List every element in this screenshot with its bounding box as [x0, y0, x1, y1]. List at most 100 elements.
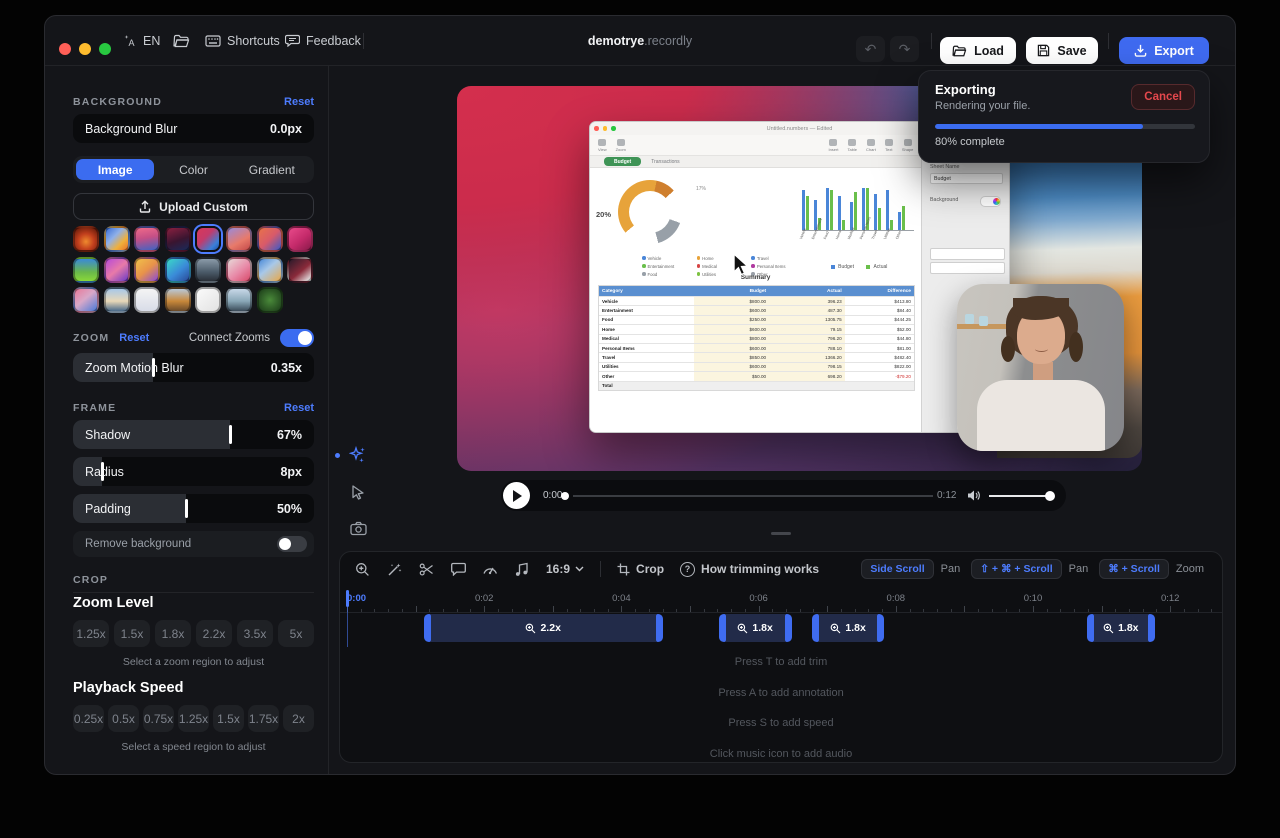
trimming-help-button[interactable]: ? How trimming works	[680, 562, 819, 577]
connect-zooms-toggle[interactable]	[280, 329, 314, 347]
slider-handle[interactable]	[229, 425, 232, 444]
background-tab-image[interactable]: Image	[76, 159, 154, 180]
speed-1.75x[interactable]: 1.75x	[248, 705, 279, 732]
speed-1.25x[interactable]: 1.25x	[178, 705, 209, 732]
zoom-region-clip[interactable]: 1.8x	[1087, 614, 1156, 642]
zoom-reset-link[interactable]: Reset	[119, 332, 149, 344]
camera-tool-button[interactable]	[347, 517, 369, 539]
zoom-level-2.2x[interactable]: 2.2x	[196, 620, 232, 647]
speed-0.25x[interactable]: 0.25x	[73, 705, 104, 732]
background-tab-gradient[interactable]: Gradient	[233, 159, 311, 180]
speed-0.5x[interactable]: 0.5x	[108, 705, 139, 732]
slider-handle[interactable]	[185, 499, 188, 518]
scrubber-track[interactable]	[573, 495, 933, 497]
export-button[interactable]: Export	[1119, 37, 1209, 64]
wallpaper-thumbnail-5[interactable]	[195, 226, 221, 252]
clip-right-handle[interactable]	[785, 614, 792, 642]
wallpaper-thumbnail-16[interactable]	[287, 257, 313, 283]
clip-right-handle[interactable]	[656, 614, 663, 642]
clip-right-handle[interactable]	[1148, 614, 1155, 642]
wallpaper-thumbnail-14[interactable]	[226, 257, 252, 283]
wallpaper-thumbnail-17[interactable]	[73, 287, 99, 313]
aspect-ratio-dropdown[interactable]: 16:9	[546, 562, 584, 576]
shadow-slider[interactable]: Shadow67%	[73, 420, 314, 449]
wallpaper-thumbnail-10[interactable]	[104, 257, 130, 283]
wallpaper-thumbnail-15[interactable]	[257, 257, 283, 283]
effects-tool-button[interactable]	[347, 444, 369, 466]
wallpaper-thumbnail-1[interactable]	[73, 226, 99, 252]
language-button[interactable]: A EN	[123, 16, 160, 65]
zoom-level-1.25x[interactable]: 1.25x	[73, 620, 109, 647]
radius-slider[interactable]: Radius8px	[73, 457, 314, 486]
wallpaper-thumbnail-8[interactable]	[287, 226, 313, 252]
timeline-ruler[interactable]: 0:000:020:040:060:080:100:12	[340, 590, 1222, 613]
speed-2x[interactable]: 2x	[283, 705, 314, 732]
cancel-export-button[interactable]: Cancel	[1131, 84, 1195, 110]
volume-handle[interactable]	[1045, 491, 1055, 501]
undo-button[interactable]: ↶	[856, 36, 885, 62]
wallpaper-thumbnail-20[interactable]	[165, 287, 191, 313]
clip-left-handle[interactable]	[812, 614, 819, 642]
playhead[interactable]	[346, 590, 349, 607]
annotation-button[interactable]	[450, 561, 466, 577]
timeline-resize-handle[interactable]	[771, 532, 791, 535]
clip-left-handle[interactable]	[1087, 614, 1094, 642]
background-reset-link[interactable]: Reset	[284, 96, 314, 108]
play-button[interactable]	[503, 482, 530, 509]
zoom-level-5x[interactable]: 5x	[278, 620, 314, 647]
volume-track[interactable]	[989, 495, 1051, 497]
audio-button[interactable]	[514, 561, 530, 577]
shortcuts-button[interactable]: Shortcuts	[205, 16, 280, 65]
frame-reset-link[interactable]: Reset	[284, 402, 314, 414]
wallpaper-thumbnail-19[interactable]	[134, 287, 160, 313]
cursor-tool-button[interactable]	[347, 481, 369, 503]
wallpaper-thumbnail-3[interactable]	[134, 226, 160, 252]
zoom-region-clip[interactable]: 1.8x	[719, 614, 792, 642]
speed-button[interactable]	[482, 561, 498, 577]
webcam-overlay[interactable]	[957, 284, 1124, 451]
zoom-motion-blur-slider[interactable]: Zoom Motion Blur 0.35x	[73, 353, 314, 382]
crop-button[interactable]: Crop	[617, 562, 664, 576]
upload-custom-button[interactable]: Upload Custom	[73, 193, 314, 220]
zoom-level-1.5x[interactable]: 1.5x	[114, 620, 150, 647]
timeline-zoom-button[interactable]	[354, 561, 370, 577]
background-type-tabs: ImageColorGradient	[73, 156, 314, 183]
open-project-button[interactable]	[173, 16, 190, 65]
volume-icon[interactable]	[967, 489, 981, 502]
redo-button[interactable]: ↷	[890, 36, 919, 62]
padding-slider[interactable]: Padding50%	[73, 494, 314, 523]
wallpaper-thumbnail-2[interactable]	[104, 226, 130, 252]
background-tab-color[interactable]: Color	[154, 159, 232, 180]
save-button[interactable]: Save	[1026, 37, 1098, 64]
minimize-window-button[interactable]	[79, 43, 91, 55]
wallpaper-thumbnail-9[interactable]	[73, 257, 99, 283]
speed-0.75x[interactable]: 0.75x	[143, 705, 174, 732]
clip-left-handle[interactable]	[719, 614, 726, 642]
wallpaper-thumbnail-4[interactable]	[165, 226, 191, 252]
maximize-window-button[interactable]	[99, 43, 111, 55]
load-button[interactable]: Load	[940, 37, 1016, 64]
close-window-button[interactable]	[59, 43, 71, 55]
zoom-level-1.8x[interactable]: 1.8x	[155, 620, 191, 647]
trim-button[interactable]	[418, 561, 434, 577]
clip-right-handle[interactable]	[877, 614, 884, 642]
zoom-level-3.5x[interactable]: 3.5x	[237, 620, 273, 647]
wallpaper-thumbnail-11[interactable]	[134, 257, 160, 283]
scrubber-handle[interactable]	[561, 492, 569, 500]
clip-left-handle[interactable]	[424, 614, 431, 642]
feedback-button[interactable]: Feedback	[285, 16, 361, 65]
wallpaper-thumbnail-7[interactable]	[257, 226, 283, 252]
background-blur-slider[interactable]: Background Blur 0.0px	[73, 114, 314, 143]
wallpaper-thumbnail-18[interactable]	[104, 287, 130, 313]
wallpaper-thumbnail-22[interactable]	[226, 287, 252, 313]
wallpaper-thumbnail-6[interactable]	[226, 226, 252, 252]
zoom-region-clip[interactable]: 2.2x	[424, 614, 663, 642]
remove-background-toggle[interactable]	[277, 536, 307, 552]
wallpaper-thumbnail-13[interactable]	[195, 257, 221, 283]
zoom-region-clip[interactable]: 1.8x	[812, 614, 884, 642]
speed-1.5x[interactable]: 1.5x	[213, 705, 244, 732]
wallpaper-thumbnail-23[interactable]	[257, 287, 283, 313]
magic-wand-button[interactable]	[386, 561, 402, 577]
wallpaper-thumbnail-12[interactable]	[165, 257, 191, 283]
wallpaper-thumbnail-21[interactable]	[195, 287, 221, 313]
